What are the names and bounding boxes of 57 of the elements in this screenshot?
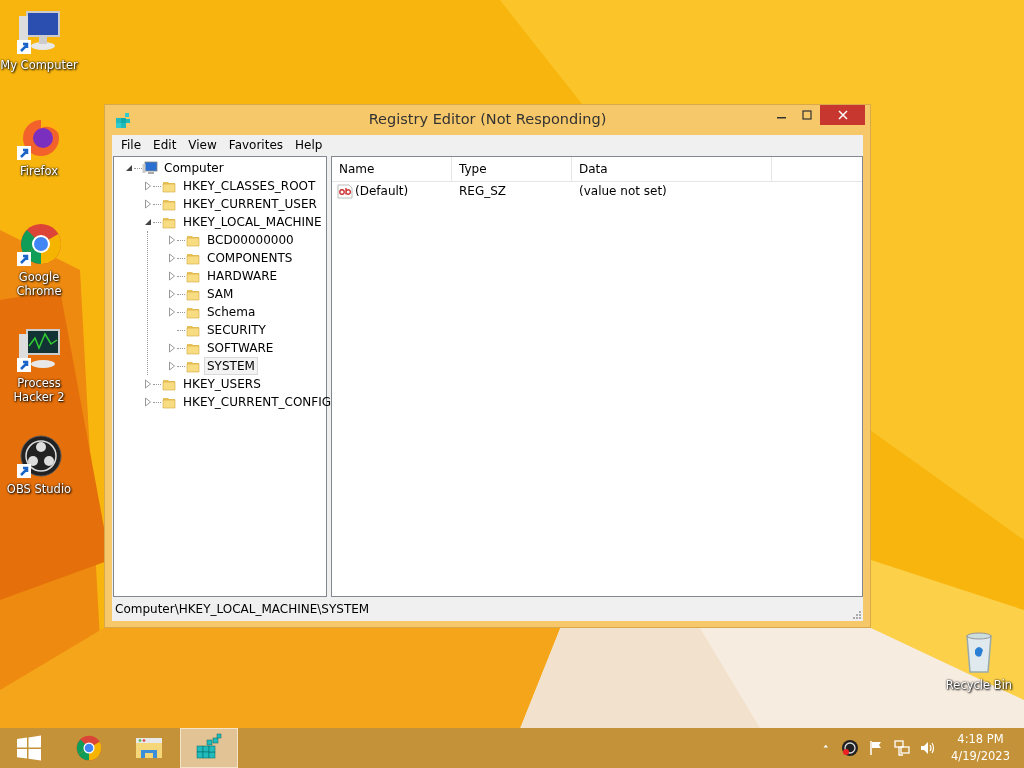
column-header[interactable]: Name <box>332 157 452 181</box>
computer-icon <box>15 8 63 56</box>
network-icon[interactable] <box>893 739 912 757</box>
expand-icon[interactable] <box>143 199 153 209</box>
menu-item[interactable]: File <box>115 135 148 155</box>
table-cell-text: REG_SZ <box>458 184 508 198</box>
windows-logo-icon <box>15 734 43 762</box>
menu-item[interactable]: View <box>182 135 223 155</box>
expand-icon[interactable] <box>167 343 177 353</box>
clock-time: 4:18 PM <box>957 731 1004 748</box>
monitor-icon <box>15 326 63 374</box>
minimize-icon <box>776 117 786 119</box>
clock-date: 4/19/2023 <box>951 748 1010 765</box>
expand-icon[interactable] <box>167 253 177 263</box>
expand-icon[interactable] <box>167 271 177 281</box>
tree-item[interactable]: SYSTEM <box>204 357 258 375</box>
tree-item[interactable]: HKEY_LOCAL_MACHINE <box>180 213 325 231</box>
computer-icon <box>142 160 158 176</box>
obs-icon <box>15 432 63 480</box>
expand-icon[interactable] <box>143 397 153 407</box>
registry-icon <box>113 111 131 129</box>
close-icon <box>837 110 848 120</box>
expand-icon[interactable] <box>143 379 153 389</box>
tree-item[interactable]: HKEY_CLASSES_ROOT <box>180 177 319 195</box>
tree-item[interactable]: SOFTWARE <box>204 339 277 357</box>
menu-item[interactable]: Favorites <box>222 135 290 155</box>
expand-icon[interactable] <box>167 289 177 299</box>
window-title: Registry Editor (Not Responding) <box>367 111 608 127</box>
resize-grip-icon <box>851 609 861 619</box>
tree-item[interactable]: SAM <box>204 285 237 303</box>
column-header[interactable]: Data <box>572 157 772 181</box>
tree-item[interactable]: SECURITY <box>204 321 269 339</box>
tree-item[interactable]: BCD00000000 <box>204 231 297 249</box>
tree-item[interactable]: HKEY_CURRENT_USER <box>180 195 320 213</box>
collapse-icon[interactable] <box>143 217 153 227</box>
tree-item[interactable]: HKEY_CURRENT_CONFIG <box>180 393 335 411</box>
string-value-icon <box>337 183 353 199</box>
expand-icon[interactable] <box>143 181 153 191</box>
menu-item[interactable]: Help <box>289 135 329 155</box>
close-button[interactable] <box>820 105 865 125</box>
maximize-icon <box>802 110 812 120</box>
tree-item[interactable]: COMPONENTS <box>204 249 296 267</box>
tree-item[interactable]: Schema <box>204 303 259 321</box>
tree-item[interactable]: HARDWARE <box>204 267 281 285</box>
expand-icon[interactable] <box>167 361 177 371</box>
table-cell-text: (value not set) <box>578 184 668 198</box>
tree-item[interactable]: Computer <box>161 159 227 177</box>
taskbar-button[interactable] <box>180 728 238 768</box>
menu-item[interactable]: Edit <box>147 135 183 155</box>
status-bar-text: Computer\HKEY_LOCAL_MACHINE\SYSTEM <box>115 602 370 616</box>
table-cell: (Default) <box>332 183 452 199</box>
obs-icon[interactable] <box>841 739 860 757</box>
expand-icon[interactable] <box>167 235 177 245</box>
expand-icon[interactable] <box>167 307 177 317</box>
collapse-icon[interactable] <box>124 163 134 173</box>
tree-item[interactable]: HKEY_USERS <box>180 375 264 393</box>
column-header[interactable]: Type <box>452 157 572 181</box>
